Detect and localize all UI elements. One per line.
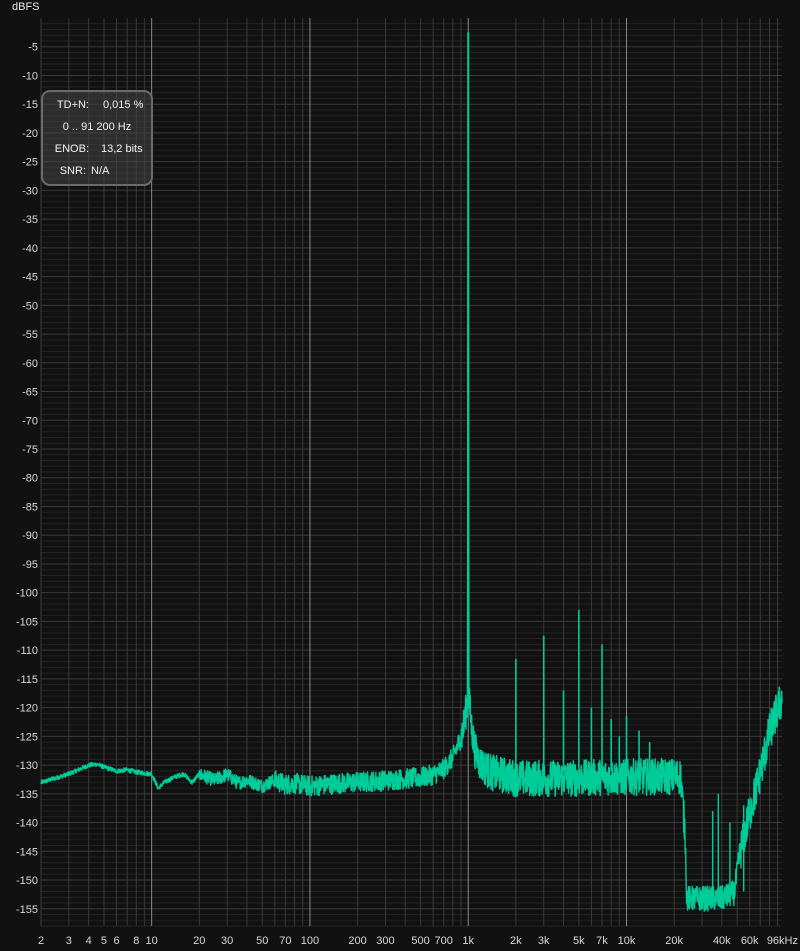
x-tick-label: 50 bbox=[256, 935, 268, 947]
y-tick-label: -45 bbox=[22, 272, 38, 284]
y-tick-label: -110 bbox=[17, 645, 38, 657]
y-tick-label: -25 bbox=[22, 157, 38, 169]
y-tick-label: -5 bbox=[28, 42, 38, 54]
y-tick-label: -40 bbox=[22, 243, 38, 255]
x-tick-label: 300 bbox=[376, 935, 394, 947]
y-tick-label: -95 bbox=[22, 559, 38, 571]
y-tick-label: -75 bbox=[22, 444, 38, 456]
tdn-value: 0,015 % bbox=[103, 99, 144, 111]
y-tick-label: -90 bbox=[22, 530, 38, 542]
x-tick-label: 40k bbox=[713, 935, 731, 947]
x-tick-label: 100 bbox=[301, 935, 319, 947]
y-tick-label: -145 bbox=[16, 846, 38, 858]
snr-value: N/A bbox=[91, 165, 110, 177]
y-tick-label: -60 bbox=[22, 358, 38, 370]
x-tick-label: 700 bbox=[435, 935, 453, 947]
x-tick-label: 5 bbox=[101, 935, 107, 947]
y-tick-label: -20 bbox=[22, 128, 38, 140]
range-row: 0 .. 91 200 Hz bbox=[43, 121, 151, 137]
y-tick-label: -125 bbox=[16, 731, 38, 743]
x-tick-label: 4 bbox=[86, 935, 92, 947]
stats-panel: TD+N: 0,015 % 0 .. 91 200 Hz ENOB: 13,2 … bbox=[41, 90, 153, 186]
enob-value: 13,2 bits bbox=[101, 143, 143, 155]
y-axis-labels: -5 -10 -15 -20 -25 -30 -35 -40 -45 -50 -55 -60 -65 -7… bbox=[16, 42, 38, 916]
y-tick-label: -10 bbox=[22, 70, 38, 82]
x-tick-label: 3 bbox=[66, 935, 72, 947]
x-tick-label: 2k bbox=[510, 935, 522, 947]
y-axis-unit: dBFS bbox=[12, 1, 40, 13]
y-tick-label: -85 bbox=[22, 501, 38, 513]
tdn-label: TD+N: bbox=[56, 99, 89, 111]
x-tick-label: 500 bbox=[411, 935, 429, 947]
x-tick-label: 20k bbox=[665, 935, 683, 947]
frequency-range: 0 .. 91 200 Hz bbox=[62, 121, 132, 133]
y-tick-label: -155 bbox=[16, 904, 38, 916]
x-tick-label: 70 bbox=[279, 935, 291, 947]
y-tick-label: -150 bbox=[16, 875, 38, 887]
y-tick-label: -130 bbox=[16, 760, 38, 772]
x-tick-label: 6 bbox=[113, 935, 119, 947]
x-tick-label: 7k bbox=[596, 935, 608, 947]
y-tick-label: -55 bbox=[22, 329, 38, 341]
y-tick-label: -50 bbox=[22, 300, 38, 312]
x-tick-label: 2 bbox=[38, 935, 44, 947]
x-axis-labels: 2 3 4 5 6 8 10 20 30 50 70 100 200 300 500 700 1k 2k 3k 5k 7… bbox=[38, 935, 798, 947]
y-tick-label: -135 bbox=[16, 789, 38, 801]
x-tick-label: 8 bbox=[133, 935, 139, 947]
x-tick-label: 60k bbox=[741, 935, 759, 947]
x-tick-label: 5k bbox=[573, 935, 585, 947]
y-tick-label: -30 bbox=[22, 185, 38, 197]
y-tick-label: -140 bbox=[16, 818, 38, 830]
enob-label: ENOB: bbox=[54, 143, 89, 155]
x-tick-label: 200 bbox=[348, 935, 366, 947]
tdn-row: TD+N: 0,015 % bbox=[43, 99, 151, 115]
x-tick-label: 10k bbox=[618, 935, 636, 947]
y-tick-label: -120 bbox=[16, 703, 38, 715]
x-tick-label: 3k bbox=[538, 935, 550, 947]
y-tick-label: -115 bbox=[17, 674, 38, 686]
y-tick-label: -105 bbox=[16, 616, 38, 628]
y-tick-label: -15 bbox=[22, 99, 38, 111]
y-tick-label: -100 bbox=[16, 588, 38, 600]
x-tick-label: 20 bbox=[193, 935, 205, 947]
snr-label: SNR: bbox=[59, 165, 86, 177]
x-tick-label: 10 bbox=[146, 935, 158, 947]
y-tick-label: -80 bbox=[22, 473, 38, 485]
y-tick-label: -65 bbox=[22, 387, 38, 399]
x-tick-label: 1k bbox=[462, 935, 474, 947]
snr-row: SNR: N/A bbox=[43, 165, 151, 181]
y-tick-label: -35 bbox=[22, 214, 38, 226]
x-tick-label: 96kHz bbox=[767, 935, 798, 947]
enob-row: ENOB: 13,2 bits bbox=[43, 143, 151, 159]
x-tick-label: 30 bbox=[221, 935, 233, 947]
y-tick-label: -70 bbox=[22, 415, 38, 427]
